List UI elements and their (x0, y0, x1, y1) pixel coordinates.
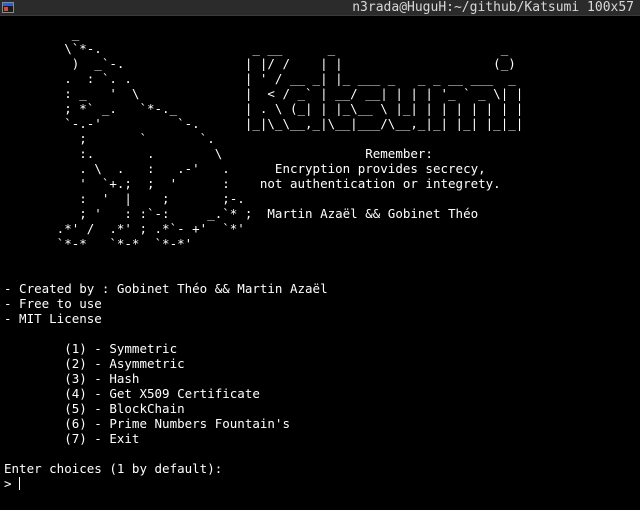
window-title: n3rada@HuguH:~/github/Katsumi 100x57 (352, 0, 634, 15)
menu-option-x509: (4) - Get X509 Certificate (4, 386, 260, 401)
logo-line-encryption: . \ . : .-' . Encryption provides secrec… (4, 161, 486, 176)
logo-line-authors: ; ' : :`-: _.`* ; Martin Azaël && Gobine… (4, 206, 479, 221)
info-created-by: - Created by : Gobinet Théo && Martin Az… (4, 281, 328, 296)
logo-line: ; ` `. (4, 131, 215, 146)
menu-option-blockchain: (5) - BlockChain (4, 401, 185, 416)
logo-line: . : `. . | ' / __ _| |_ ___ _ _ _ __ ___… (4, 71, 516, 86)
prompt-symbol: > (4, 476, 20, 491)
info-free-to-use: - Free to use (4, 296, 102, 311)
info-license: - MIT License (4, 311, 102, 326)
input-instruction: Enter choices (1 by default): (4, 461, 223, 476)
text-cursor (19, 477, 21, 490)
logo-line-remember: :. . \ Remember: (4, 146, 433, 161)
menu-option-exit: (7) - Exit (4, 431, 140, 446)
logo-line: : _ ' \ | < / _` | __/ __| | | | '_ ` _ … (4, 86, 524, 101)
menu-option-hash: (3) - Hash (4, 371, 140, 386)
menu-option-symmetric: (1) - Symmetric (4, 341, 178, 356)
menu-option-prime-numbers: (6) - Prime Numbers Fountain's (4, 416, 290, 431)
logo-line: `*-* `*-* `*-*' (4, 236, 193, 251)
title-bar: n3rada@HuguH:~/github/Katsumi 100x57 (0, 0, 640, 16)
menu-option-asymmetric: (2) - Asymmetric (4, 356, 185, 371)
logo-line: ) _`-. | |/ / | | (_) (4, 56, 516, 71)
logo-line: .*' / .*' ; .*`- +' `*' (4, 221, 245, 236)
logo-line: \`*-. _ __ _ _ (4, 41, 509, 56)
logo-line: ; *` _. `*-._ | . \ (_| | |_\__ \ |_| | … (4, 101, 524, 116)
logo-line-authentication: ' `+.; ; ' : not authentication or integ… (4, 176, 501, 191)
logo-line: `-.-' `-. |_|\_\__,_|\__|___/\__,_|_| |_… (4, 116, 524, 131)
logo-line: : ' | ; ;-. (4, 191, 245, 206)
logo-line: _ (4, 26, 80, 41)
command-prompt-line[interactable]: > (4, 476, 640, 491)
terminal-window: n3rada@HuguH:~/github/Katsumi 100x57 _ \… (0, 0, 640, 510)
terminal-output[interactable]: _ \`*-. _ __ _ _ ) _`-. | |/ / | | (_) .… (4, 26, 640, 491)
